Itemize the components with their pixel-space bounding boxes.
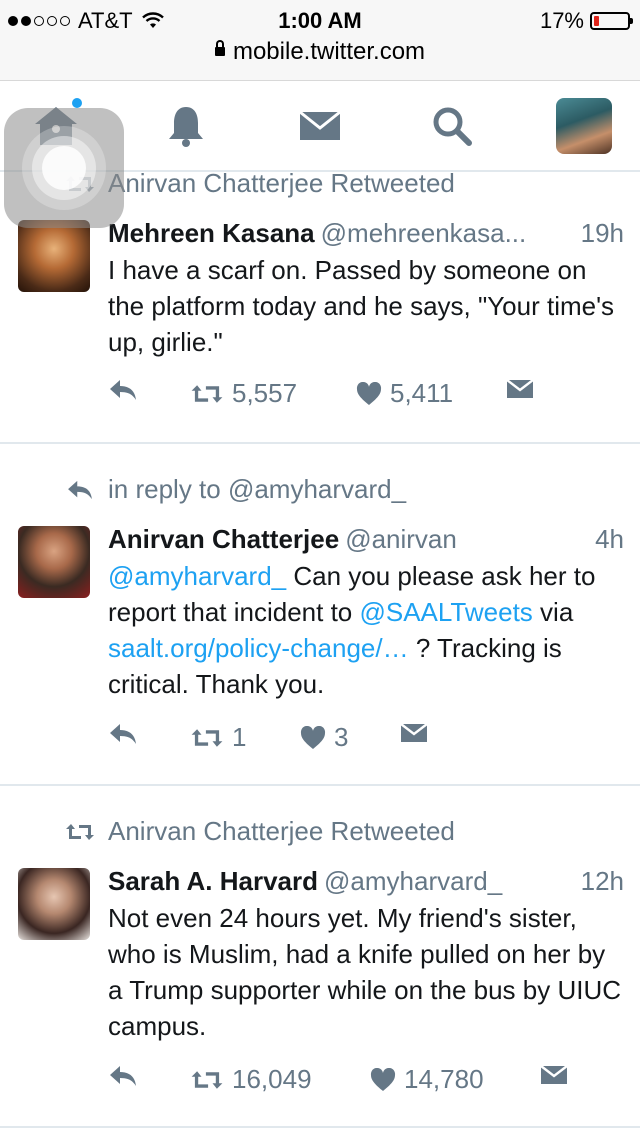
- reply-button[interactable]: [108, 722, 138, 746]
- author-name[interactable]: Anirvan Chatterjee: [108, 524, 339, 554]
- profile-tab[interactable]: [552, 94, 616, 158]
- tweet-actions: 5,557 5,411: [108, 378, 624, 414]
- text-segment: via: [532, 597, 574, 627]
- direct-message-button[interactable]: [400, 722, 428, 744]
- retweet-icon: [191, 384, 223, 403]
- retweet-count: 1: [232, 722, 247, 752]
- tweet-actions: 1 3: [108, 722, 624, 758]
- tweet-item[interactable]: in reply to @amyharvard_ Anirvan Chatter…: [0, 444, 640, 784]
- retweet-context: Anirvan Chatterjee Retweeted: [62, 816, 455, 847]
- author-handle[interactable]: @anirvan: [345, 524, 457, 554]
- author-name[interactable]: Mehreen Kasana: [108, 218, 315, 248]
- tweet-timestamp[interactable]: 4h: [595, 524, 624, 555]
- like-count: 3: [334, 722, 349, 752]
- heart-icon: [300, 725, 326, 749]
- retweet-icon: [66, 823, 94, 840]
- retweet-icon: [191, 1070, 223, 1089]
- envelope-icon: [506, 379, 534, 398]
- tweet-divider: [0, 1126, 640, 1128]
- tweet-timestamp[interactable]: 12h: [581, 866, 624, 897]
- tweet-text: Not even 24 hours yet. My friend's siste…: [108, 903, 622, 1041]
- tweet-text: I have a scarf on. Passed by someone on …: [108, 255, 615, 357]
- tweet-actions: 16,049 14,780: [108, 1064, 624, 1100]
- envelope-icon: [400, 723, 428, 742]
- reply-icon: [110, 724, 136, 744]
- direct-message-button[interactable]: [540, 1064, 568, 1086]
- heart-icon: [356, 381, 382, 405]
- like-count: 5,411: [390, 378, 454, 408]
- retweet-button[interactable]: 1: [190, 722, 246, 753]
- tweet-text: @amyharvard_ Can you please ask her to r…: [108, 558, 624, 702]
- url-text: mobile.twitter.com: [232, 38, 426, 65]
- battery-icon: [590, 12, 633, 30]
- lock-icon: [214, 40, 225, 57]
- author-handle[interactable]: @amyharvard_: [324, 866, 502, 896]
- tweet-header: Anirvan Chatterjee @anirvan 4h: [108, 524, 624, 555]
- notifications-tab[interactable]: [154, 94, 218, 158]
- heart-icon: [370, 1067, 396, 1091]
- author-avatar[interactable]: [18, 220, 90, 292]
- tweet-header: Sarah A. Harvard @amyharvard_ 12h: [108, 866, 624, 897]
- retweet-button[interactable]: 16,049: [190, 1064, 312, 1095]
- like-count: 14,780: [404, 1064, 484, 1094]
- like-button[interactable]: 3: [300, 722, 348, 753]
- tweet-timestamp[interactable]: 19h: [581, 218, 624, 249]
- search-tab[interactable]: [420, 94, 484, 158]
- reply-button[interactable]: [108, 1064, 138, 1088]
- author-avatar[interactable]: [18, 526, 90, 598]
- envelope-icon: [540, 1065, 568, 1084]
- new-tweets-dot: [72, 98, 82, 108]
- tweet-header: Mehreen Kasana @mehreenkasa... 19h: [108, 218, 624, 249]
- messages-tab[interactable]: [288, 94, 352, 158]
- mention-link[interactable]: @amyharvard_: [108, 561, 286, 591]
- retweet-count: 5,557: [232, 378, 298, 408]
- retweet-icon: [191, 728, 223, 747]
- author-name[interactable]: Sarah A. Harvard: [108, 866, 318, 896]
- messages-envelope-icon: [299, 110, 341, 140]
- direct-message-button[interactable]: [506, 378, 534, 400]
- context-label: Anirvan Chatterjee Retweeted: [108, 168, 455, 198]
- reply-icon: [68, 480, 92, 499]
- context-label: in reply to @amyharvard_: [108, 474, 407, 504]
- url-link[interactable]: saalt.org/policy-change/…: [108, 633, 409, 663]
- reply-context[interactable]: in reply to @amyharvard_: [62, 474, 406, 505]
- context-label: Anirvan Chatterjee Retweeted: [108, 816, 455, 846]
- reply-icon: [110, 380, 136, 400]
- reply-button[interactable]: [108, 378, 138, 402]
- like-button[interactable]: 5,411: [356, 378, 453, 409]
- search-icon: [433, 107, 472, 146]
- battery-percent: 17%: [539, 8, 584, 33]
- status-bar: AT&T 1:00 AM 17%: [0, 0, 640, 40]
- profile-avatar: [556, 98, 612, 154]
- address-bar[interactable]: mobile.twitter.com: [0, 38, 640, 78]
- like-button[interactable]: 14,780: [370, 1064, 484, 1095]
- mention-link[interactable]: @SAALTweets: [359, 597, 532, 627]
- notifications-bell-icon: [169, 107, 203, 147]
- reply-icon: [110, 1066, 136, 1086]
- retweet-button[interactable]: 5,557: [190, 378, 297, 409]
- author-handle[interactable]: @mehreenkasa...: [321, 218, 527, 248]
- author-avatar[interactable]: [18, 868, 90, 940]
- retweet-count: 16,049: [232, 1064, 312, 1094]
- tweet-item[interactable]: Anirvan Chatterjee Retweeted Sarah A. Ha…: [0, 786, 640, 1126]
- assistive-touch-button[interactable]: [4, 108, 124, 228]
